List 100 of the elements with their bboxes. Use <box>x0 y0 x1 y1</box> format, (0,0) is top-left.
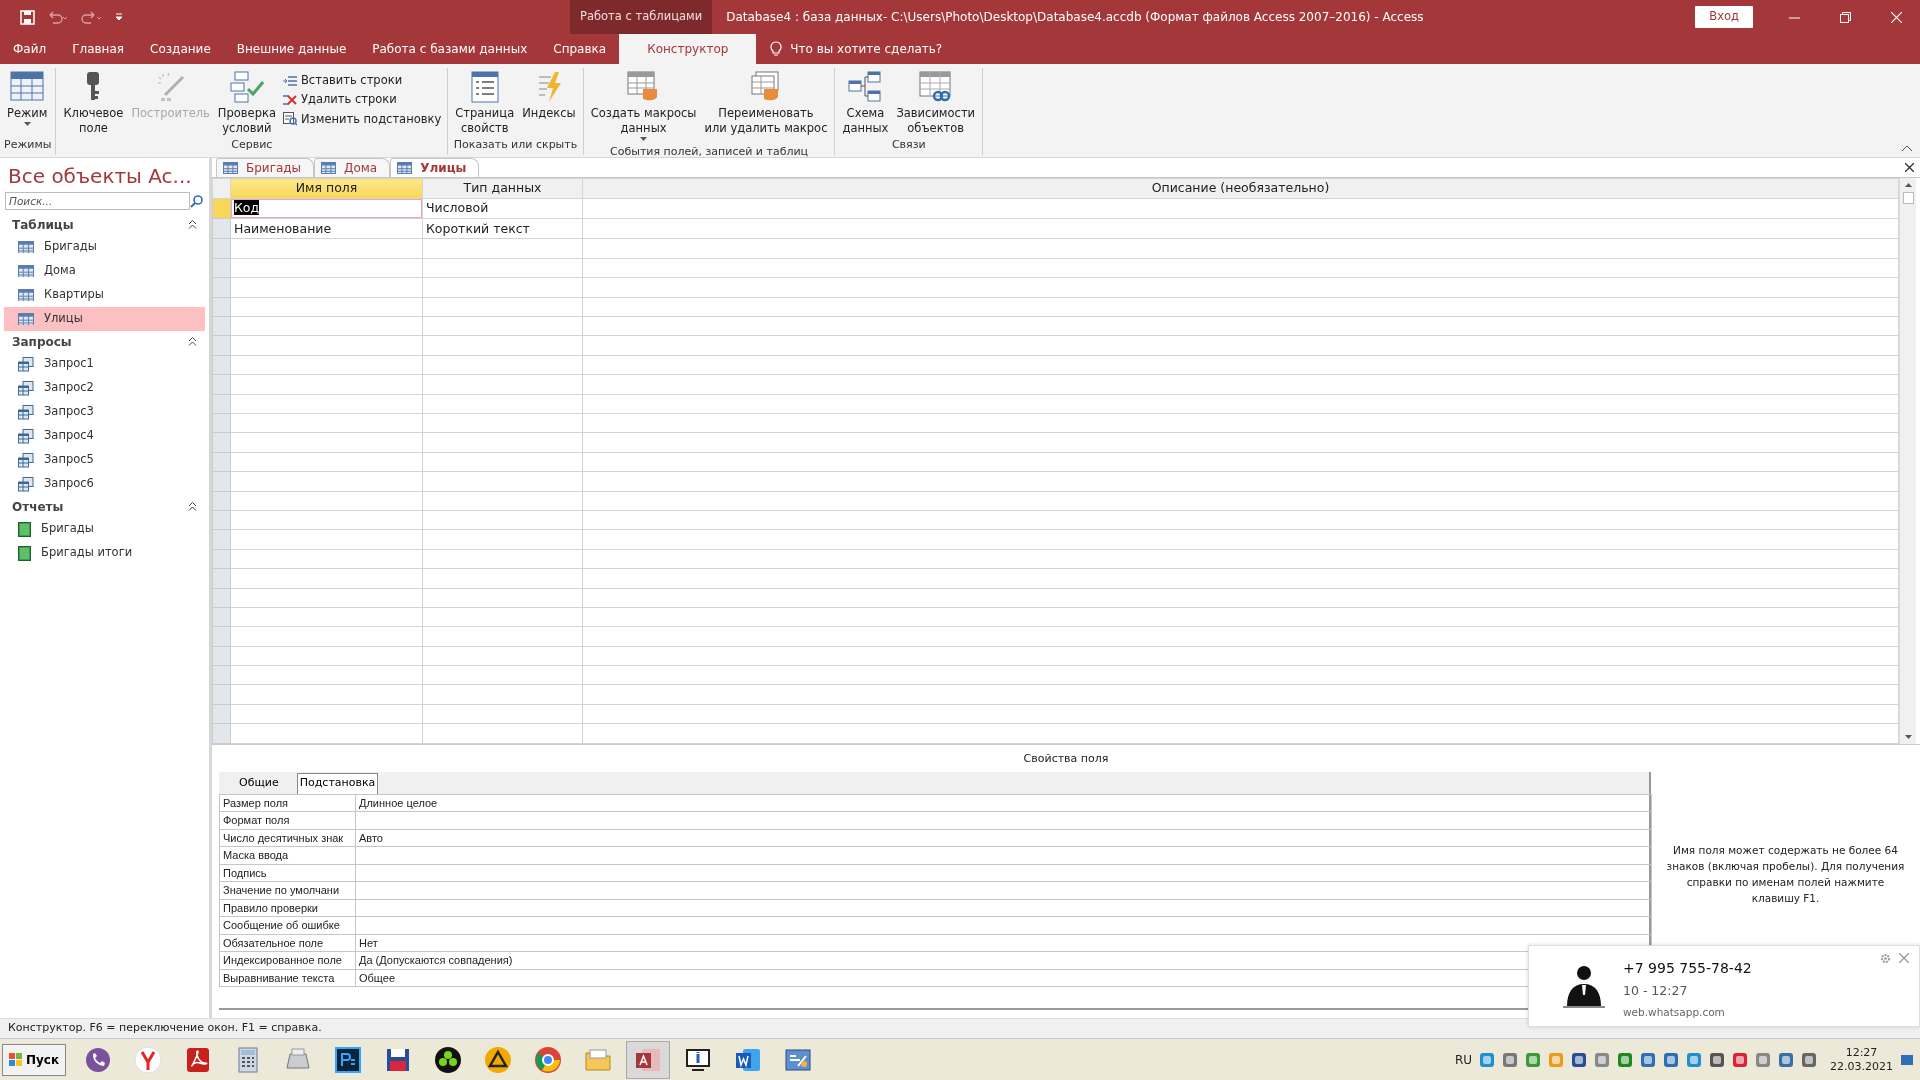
section-header[interactable]: Запросы <box>12 332 72 351</box>
ribbon-button[interactable]: Режим <box>4 70 51 137</box>
ribbon-tab[interactable]: Файл <box>0 34 60 64</box>
editor-icon <box>334 1045 363 1074</box>
field-name-cell[interactable]: Наименование <box>230 218 423 239</box>
letter-icon <box>134 1045 163 1074</box>
ribbon-button[interactable]: Ключевое поле <box>60 70 127 137</box>
nav-item[interactable]: Запрос4 <box>4 424 205 448</box>
ribbon-button[interactable]: Изменить подстановку <box>281 110 444 128</box>
clock-date[interactable]: 22.03.2021 <box>1830 1059 1893 1074</box>
table-icon <box>18 240 34 254</box>
nav-item[interactable]: Улицы <box>4 307 205 331</box>
scroll-thumb[interactable] <box>1902 192 1914 204</box>
nav-pane-title[interactable]: Все объекты Ac... <box>8 161 192 191</box>
clock-time[interactable]: 12:27 <box>1845 1045 1878 1060</box>
property-value[interactable]: Длинное целое <box>359 796 438 809</box>
nav-item[interactable]: Бригады <box>4 235 205 259</box>
collapse-icon[interactable] <box>188 220 197 229</box>
close-icon[interactable] <box>1905 163 1914 172</box>
section-header[interactable]: Отчеты <box>12 497 64 516</box>
nav-item[interactable]: Запрос6 <box>4 472 205 496</box>
data-type-cell[interactable]: Короткий текст <box>422 218 583 239</box>
property-value[interactable]: Авто <box>359 831 383 844</box>
section-header[interactable]: Таблицы <box>12 215 74 234</box>
windows-flag-icon <box>9 1053 23 1066</box>
customize-icon[interactable] <box>115 13 123 21</box>
tray-icon[interactable] <box>1479 1051 1495 1068</box>
table-icon <box>223 162 238 174</box>
ribbon-tab[interactable]: Справка <box>540 34 620 64</box>
column-header: Имя поля <box>230 178 423 199</box>
redo-icon[interactable] <box>81 10 103 24</box>
ribbon-button[interactable]: Проверка условий <box>214 70 279 137</box>
document-tab[interactable]: Улицы <box>390 158 480 177</box>
tray-icon[interactable] <box>1778 1051 1794 1068</box>
tray-icon[interactable] <box>1755 1051 1771 1068</box>
lightbulb-icon <box>770 41 783 57</box>
undo-icon[interactable] <box>47 10 69 24</box>
tray-icon[interactable] <box>1502 1051 1518 1068</box>
ribbon-button[interactable]: Страница свойств <box>452 70 518 137</box>
field-name-cell[interactable]: Код <box>234 200 260 216</box>
restore-icon[interactable] <box>1840 11 1851 23</box>
ribbon-button[interactable]: Переименовать или удалить макрос <box>701 70 831 144</box>
property-value[interactable]: Да (Допускаются совпадения) <box>359 954 513 966</box>
document-tab[interactable]: Бригады <box>216 158 315 177</box>
context-tab-label: Работа с таблицами <box>570 0 713 34</box>
tray-icon[interactable] <box>1709 1051 1725 1068</box>
data-type-cell[interactable]: Числовой <box>422 198 583 219</box>
nav-item[interactable]: Запрос1 <box>4 352 205 376</box>
scrollbar[interactable] <box>1899 178 1916 744</box>
nav-item[interactable]: Дома <box>4 259 205 283</box>
clover-icon <box>434 1045 463 1074</box>
property-label: Размер поля <box>223 796 289 809</box>
nav-item[interactable]: Запрос3 <box>4 400 205 424</box>
save-icon[interactable] <box>20 9 35 25</box>
tray-icon[interactable] <box>1594 1051 1610 1068</box>
property-label: Обязательное поле <box>223 936 324 949</box>
property-label: Подпись <box>223 866 267 879</box>
tray-icon[interactable] <box>1571 1051 1587 1068</box>
ribbon-button[interactable]: Индексы <box>519 70 579 137</box>
start-button[interactable]: Пуск <box>2 1043 67 1076</box>
delete-rows-icon <box>283 92 297 107</box>
search-icon[interactable] <box>190 194 204 208</box>
ribbon-button[interactable]: Создать макросы данных <box>587 70 700 144</box>
nav-item[interactable]: Запрос2 <box>4 376 205 400</box>
ribbon-tab[interactable]: Конструктор <box>619 34 757 64</box>
tray-icon[interactable] <box>1663 1051 1679 1068</box>
tray-icon[interactable] <box>1617 1051 1633 1068</box>
ribbon-tab[interactable]: Внешние данные <box>223 34 360 64</box>
tray-icon[interactable] <box>1732 1051 1748 1068</box>
property-value[interactable]: Нет <box>359 936 378 949</box>
group-label: События полей, записей и таблиц <box>609 144 810 160</box>
ribbon-tab[interactable]: Главная <box>59 34 137 64</box>
property-value[interactable]: Общее <box>359 971 396 984</box>
tray-icon[interactable] <box>1686 1051 1702 1068</box>
settings-icon[interactable] <box>1880 953 1891 964</box>
collapse-icon[interactable] <box>188 502 197 511</box>
nav-item[interactable]: Запрос5 <box>4 448 205 472</box>
relationships-icon <box>848 71 883 103</box>
search-prompt[interactable]: Что вы хотите сделать? <box>790 40 943 58</box>
search-field[interactable]: Поиск... <box>5 192 190 210</box>
tray-icon[interactable] <box>1640 1051 1656 1068</box>
nav-item[interactable]: Бригады итоги <box>4 541 205 565</box>
sign-in-button[interactable]: Вход <box>1695 6 1753 28</box>
ribbon-tab[interactable]: Создание <box>137 34 224 64</box>
collapse-icon[interactable] <box>188 337 197 346</box>
property-tab[interactable]: Подстановка <box>296 773 379 794</box>
ribbon-button[interactable]: Схема данных <box>839 70 892 137</box>
language-indicator[interactable]: RU <box>1454 1050 1472 1069</box>
tray-icon[interactable] <box>1525 1051 1541 1068</box>
tray-icon[interactable] <box>1801 1051 1817 1068</box>
document-tab[interactable]: Дома <box>314 158 391 177</box>
property-label: Выравнивание текста <box>223 971 335 984</box>
nav-item[interactable]: Бригады <box>4 517 205 541</box>
nav-item[interactable]: Квартиры <box>4 283 205 307</box>
ribbon-button[interactable]: Вставить строки <box>281 72 444 90</box>
ribbon-tab[interactable]: Работа с базами данных <box>359 34 541 64</box>
ribbon-button[interactable]: Зависимости объектов <box>893 70 979 137</box>
collapse-ribbon-icon[interactable] <box>1902 145 1912 151</box>
query-icon <box>18 452 34 468</box>
ribbon-button[interactable]: Удалить строки <box>281 91 444 109</box>
